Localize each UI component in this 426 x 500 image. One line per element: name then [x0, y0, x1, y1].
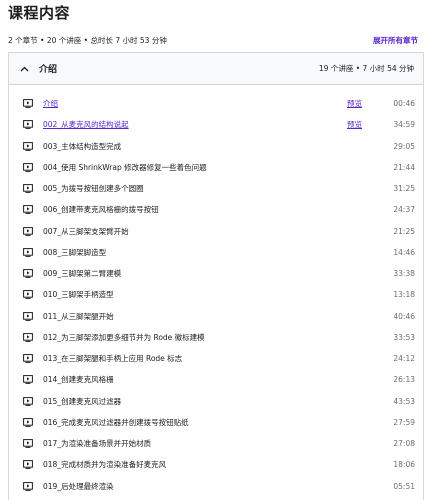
chevron-up-icon — [19, 64, 29, 74]
video-icon — [23, 99, 33, 109]
lecture-duration: 26:13 — [393, 375, 415, 385]
lecture-title[interactable]: 介绍 — [43, 98, 347, 109]
lecture-duration: 21:25 — [393, 226, 415, 236]
video-icon — [23, 375, 33, 385]
lecture-item: 009_三脚架第二臂建模 33:38 — [9, 263, 423, 284]
video-icon — [23, 247, 33, 257]
video-icon — [23, 226, 33, 236]
lecture-duration: 18:06 — [393, 460, 415, 470]
lecture-title: 007_从三脚架支架臂开始 — [43, 226, 129, 236]
lecture-item: 005_为拨号按钮创建多个圆圈 31:25 — [9, 178, 423, 199]
lecture-duration: 29:05 — [393, 141, 415, 151]
section-meta: 19 个讲座 • 7 小时 54 分钟 — [318, 64, 414, 73]
lecture-title: 010_三脚架手柄造型 — [43, 290, 114, 300]
lecture-duration: 27:08 — [393, 439, 415, 449]
lecture-title[interactable]: 002_从麦克风的结构说起 — [43, 119, 347, 130]
lecture-duration: 31:25 — [393, 184, 415, 194]
lecture-title: 006_创建带麦克风格栅的拨号按钮 — [43, 205, 159, 215]
lecture-item: 012_为三脚架添加更多细节并为 Rode 徽标建模 33:53 — [9, 327, 423, 348]
video-icon — [23, 354, 33, 364]
video-icon — [23, 184, 33, 194]
lecture-title: 009_三脚架第二臂建模 — [43, 269, 122, 279]
lecture-preview-link[interactable]: 预览 — [347, 119, 387, 130]
lecture-preview-link[interactable]: 预览 — [347, 98, 387, 109]
video-icon — [23, 120, 33, 130]
lecture-duration: 33:38 — [393, 269, 415, 279]
lecture-duration: 24:37 — [393, 205, 415, 215]
page-title: 课程内容 — [8, 4, 71, 22]
lecture-duration: 34:59 — [393, 120, 415, 130]
lecture-duration: 14:46 — [393, 247, 415, 257]
lecture-item[interactable]: 介绍 预览 00:46 — [9, 93, 423, 114]
lecture-item: 010_三脚架手柄造型 13:18 — [9, 284, 423, 305]
video-icon — [23, 205, 33, 215]
lecture-item: 014_创建麦克风格栅 26:13 — [9, 369, 423, 390]
lecture-item: 013_在三脚架腿和手柄上应用 Rode 标志 24:12 — [9, 348, 423, 369]
video-icon — [23, 396, 33, 406]
lecture-title: 019_后处理最终渲染 — [43, 481, 114, 491]
video-icon — [23, 460, 33, 470]
lecture-item: 017_为渲染准备场景并开始材质 27:08 — [9, 433, 423, 454]
lecture-item: 015_创建麦克风过滤器 43:53 — [9, 391, 423, 412]
course-summary: 2 个章节 • 20 个讲座 • 总时长 7 小时 53 分钟 — [8, 35, 167, 45]
lecture-duration: 00:46 — [393, 99, 415, 109]
lecture-title: 003_主体结构造型完成 — [43, 141, 122, 151]
section-panel: 介绍 19 个讲座 • 7 小时 54 分钟 介绍 预览 00:46 002_从麦克风… — [8, 52, 424, 500]
lecture-item: 019_后处理最终渲染 05:51 — [9, 476, 423, 497]
lecture-title: 008_三脚架脚造型 — [43, 247, 107, 257]
lecture-title: 013_在三脚架腿和手柄上应用 Rode 标志 — [43, 354, 183, 364]
lecture-item: 018_完成材质并为渲染准备好麦克风 18:06 — [9, 454, 423, 475]
video-icon — [23, 439, 33, 449]
lecture-title: 004_使用 ShrinkWrap 修改器修复一些着色问题 — [43, 162, 207, 172]
lecture-item: 003_主体结构造型完成 29:05 — [9, 136, 423, 157]
lecture-title: 016_完成麦克风过滤器并创建拨号按钮贴纸 — [43, 417, 189, 427]
video-icon — [23, 290, 33, 300]
lecture-title: 015_创建麦克风过滤器 — [43, 396, 122, 406]
lecture-duration: 43:53 — [393, 396, 415, 406]
lecture-title: 005_为拨号按钮创建多个圆圈 — [43, 184, 144, 194]
section-title: 介绍 — [39, 65, 58, 75]
lecture-title: 017_为渲染准备场景并开始材质 — [43, 439, 152, 449]
lecture-item: 004_使用 ShrinkWrap 修改器修复一些着色问题 21:44 — [9, 157, 423, 178]
lecture-title: 011_从三脚架腿开始 — [43, 311, 114, 321]
video-icon — [23, 332, 33, 342]
lecture-item: 008_三脚架脚造型 14:46 — [9, 242, 423, 263]
lecture-duration: 05:51 — [393, 481, 415, 491]
video-icon — [23, 311, 33, 321]
video-icon — [23, 269, 33, 279]
lecture-title: 018_完成材质并为渲染准备好麦克风 — [43, 460, 167, 470]
lecture-title: 014_创建麦克风格栅 — [43, 375, 114, 385]
section-header[interactable]: 介绍 19 个讲座 • 7 小时 54 分钟 — [9, 53, 423, 85]
lecture-title: 012_为三脚架添加更多细节并为 Rode 徽标建模 — [43, 332, 205, 342]
expand-all-sections-button[interactable]: 展开所有章节 — [373, 35, 418, 46]
lecture-item: 016_完成麦克风过滤器并创建拨号按钮贴纸 27:59 — [9, 412, 423, 433]
lecture-list: 介绍 预览 00:46 002_从麦克风的结构说起 预览 34:59 003_主体结构造型完… — [9, 93, 423, 497]
lecture-duration: 27:59 — [393, 417, 415, 427]
lecture-duration: 13:18 — [393, 290, 415, 300]
lecture-item: 006_创建带麦克风格栅的拨号按钮 24:37 — [9, 199, 423, 220]
lecture-duration: 33:53 — [393, 332, 415, 342]
lecture-item: 011_从三脚架腿开始 40:46 — [9, 306, 423, 327]
video-icon — [23, 417, 33, 427]
lecture-item: 007_从三脚架支架臂开始 21:25 — [9, 221, 423, 242]
lecture-item[interactable]: 002_从麦克风的结构说起 预览 34:59 — [9, 114, 423, 135]
lecture-duration: 24:12 — [393, 354, 415, 364]
video-icon — [23, 162, 33, 172]
lecture-duration: 40:46 — [393, 311, 415, 321]
course-summary-row: 2 个章节 • 20 个讲座 • 总时长 7 小时 53 分钟 展开所有章节 — [8, 33, 418, 47]
lecture-duration: 21:44 — [393, 162, 415, 172]
video-icon — [23, 481, 33, 491]
video-icon — [23, 141, 33, 151]
